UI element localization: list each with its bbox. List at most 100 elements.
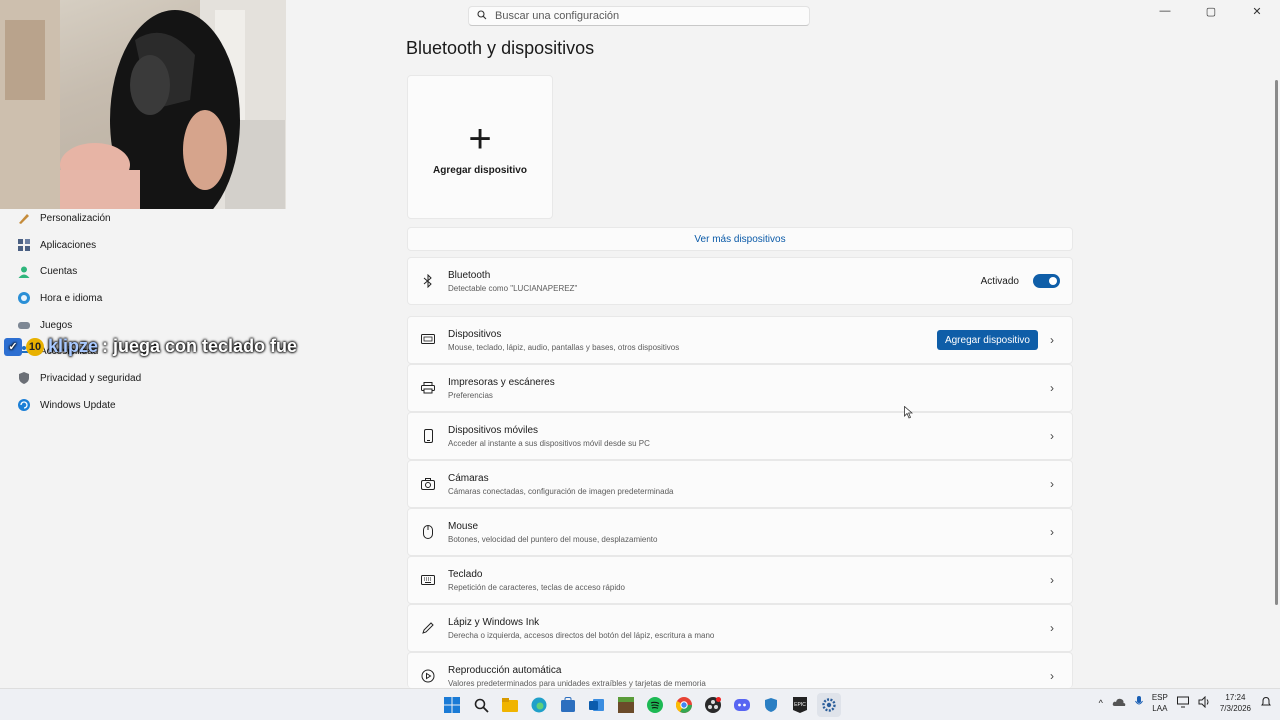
phone-icon bbox=[420, 428, 436, 444]
add-device-label: Agregar dispositivo bbox=[433, 164, 527, 176]
sidebar-item-label: Juegos bbox=[40, 319, 73, 331]
bluetooth-state-label: Activado bbox=[980, 275, 1019, 287]
sidebar-item-label: Cuentas bbox=[40, 266, 78, 278]
chevron-right-icon: › bbox=[1050, 381, 1054, 395]
row-subtitle: Mouse, teclado, lápiz, audio, pantallas … bbox=[448, 342, 680, 352]
obs-icon[interactable] bbox=[701, 693, 725, 717]
autoplay-row[interactable]: Reproducción automática Valores predeter… bbox=[407, 652, 1073, 688]
autoplay-icon bbox=[420, 668, 436, 684]
sub-badge: 10 bbox=[26, 337, 44, 356]
row-title: Cámaras bbox=[448, 472, 489, 484]
minecraft-icon[interactable] bbox=[614, 693, 638, 717]
epic-games-icon[interactable]: EPIC bbox=[788, 693, 812, 717]
account-icon bbox=[16, 264, 32, 280]
view-more-label: Ver más dispositivos bbox=[694, 233, 786, 245]
settings-gear-icon[interactable] bbox=[817, 693, 841, 717]
chevron-up-icon[interactable]: ^ bbox=[1099, 698, 1103, 708]
gamepad-icon bbox=[16, 317, 32, 333]
sidebar-nav: Personalización Aplicaciones Cuentas Hor… bbox=[0, 205, 330, 419]
chat-username: klipze bbox=[48, 336, 99, 356]
clock-time: 17:24 bbox=[1225, 693, 1246, 702]
row-title: Mouse bbox=[448, 520, 479, 532]
camera-icon bbox=[420, 476, 436, 492]
webcam-overlay bbox=[0, 0, 286, 209]
keyboard-row[interactable]: Teclado Repetición de caracteres, teclas… bbox=[407, 556, 1073, 604]
search-icon bbox=[477, 7, 487, 25]
language-bottom: LAA bbox=[1152, 704, 1168, 713]
sidebar-item-aplicaciones[interactable]: Aplicaciones bbox=[0, 232, 330, 259]
row-subtitle: Preferencias bbox=[448, 390, 493, 400]
sidebar-item-label: Aplicaciones bbox=[40, 239, 97, 251]
devices-icon bbox=[420, 332, 436, 348]
mouse-icon bbox=[420, 524, 436, 540]
sidebar-item-label: Windows Update bbox=[40, 399, 116, 411]
network-icon[interactable] bbox=[1176, 696, 1189, 710]
mobile-devices-row[interactable]: Dispositivos móviles Acceder al instante… bbox=[407, 412, 1073, 460]
maximize-button[interactable]: ▢ bbox=[1188, 0, 1234, 22]
search-input[interactable] bbox=[495, 10, 785, 22]
add-device-tile[interactable]: + Agregar dispositivo bbox=[407, 75, 553, 219]
clock[interactable]: 17:24 7/3/2026 bbox=[1220, 692, 1251, 714]
row-subtitle: Acceder al instante a sus dispositivos m… bbox=[448, 438, 650, 448]
language-indicator[interactable]: ESP LAA bbox=[1152, 692, 1168, 714]
discord-icon[interactable] bbox=[730, 693, 754, 717]
minimize-button[interactable]: — bbox=[1142, 0, 1188, 22]
chrome-icon[interactable] bbox=[672, 693, 696, 717]
moderator-badge-icon: ✓ bbox=[4, 337, 22, 356]
windows-start-icon[interactable] bbox=[440, 693, 464, 717]
add-device-button[interactable]: Agregar dispositivo bbox=[936, 330, 1038, 350]
onedrive-icon[interactable] bbox=[1112, 697, 1126, 709]
row-subtitle: Cámaras conectadas, configuración de ima… bbox=[448, 486, 674, 496]
microphone-icon[interactable] bbox=[1134, 696, 1143, 710]
store-icon[interactable] bbox=[556, 693, 580, 717]
printers-row[interactable]: Impresoras y escáneres Preferencias › bbox=[407, 364, 1073, 412]
globe-clock-icon bbox=[16, 290, 32, 306]
row-title: Lápiz y Windows Ink bbox=[448, 616, 540, 628]
mouse-cursor-icon bbox=[904, 405, 914, 422]
bluetooth-toggle[interactable] bbox=[1033, 274, 1060, 288]
update-icon bbox=[16, 397, 32, 413]
row-title: Reproducción automática bbox=[448, 664, 562, 676]
row-subtitle: Repetición de caracteres, teclas de acce… bbox=[448, 582, 625, 592]
apps-icon bbox=[16, 237, 32, 253]
chevron-right-icon: › bbox=[1050, 573, 1054, 587]
window-controls: — ▢ ✕ bbox=[1142, 0, 1280, 22]
row-subtitle: Derecha o izquierda, accesos directos de… bbox=[448, 630, 715, 640]
plus-icon: + bbox=[468, 116, 492, 161]
edge-icon[interactable] bbox=[527, 693, 551, 717]
language-top: ESP bbox=[1151, 693, 1168, 702]
sidebar-item-juegos[interactable]: Juegos bbox=[0, 312, 330, 339]
sidebar-item-personalizacion[interactable]: Personalización bbox=[0, 205, 330, 232]
volume-icon[interactable] bbox=[1198, 695, 1211, 710]
sidebar-item-label: Privacidad y seguridad bbox=[40, 372, 142, 384]
sidebar-item-privacidad[interactable]: Privacidad y seguridad bbox=[0, 365, 330, 392]
bluetooth-title: Bluetooth bbox=[448, 269, 491, 281]
sidebar-item-label: Personalización bbox=[40, 212, 111, 224]
pen-ink-row[interactable]: Lápiz y Windows Ink Derecha o izquierda,… bbox=[407, 604, 1073, 652]
view-more-devices-link[interactable]: Ver más dispositivos bbox=[407, 227, 1073, 251]
search-taskbar-icon[interactable] bbox=[469, 693, 493, 717]
scrollbar[interactable] bbox=[1275, 80, 1278, 605]
spotify-icon[interactable] bbox=[643, 693, 667, 717]
chevron-right-icon: › bbox=[1050, 525, 1054, 539]
chevron-right-icon: › bbox=[1050, 477, 1054, 491]
sidebar-item-windows-update[interactable]: Windows Update bbox=[0, 392, 330, 419]
vpn-shield-icon[interactable] bbox=[759, 693, 783, 717]
outlook-icon[interactable] bbox=[585, 693, 609, 717]
devices-row[interactable]: Dispositivos Mouse, teclado, lápiz, audi… bbox=[407, 316, 1073, 364]
search-box[interactable] bbox=[468, 6, 810, 26]
printer-icon bbox=[420, 380, 436, 396]
sidebar-item-label: Hora e idioma bbox=[40, 292, 103, 304]
clock-date: 7/3/2026 bbox=[1219, 704, 1251, 713]
row-title: Impresoras y escáneres bbox=[448, 376, 555, 388]
close-button[interactable]: ✕ bbox=[1234, 0, 1280, 22]
file-explorer-icon[interactable] bbox=[498, 693, 522, 717]
sidebar-item-cuentas[interactable]: Cuentas bbox=[0, 258, 330, 285]
bluetooth-card: Bluetooth Detectable como "LUCIANAPEREZ"… bbox=[407, 257, 1073, 305]
cameras-row[interactable]: Cámaras Cámaras conectadas, configuració… bbox=[407, 460, 1073, 508]
row-subtitle: Valores predeterminados para unidades ex… bbox=[448, 678, 706, 688]
mouse-row[interactable]: Mouse Botones, velocidad del puntero del… bbox=[407, 508, 1073, 556]
keyboard-icon bbox=[420, 572, 436, 588]
sidebar-item-hora-idioma[interactable]: Hora e idioma bbox=[0, 285, 330, 312]
notifications-icon[interactable] bbox=[1260, 696, 1272, 710]
